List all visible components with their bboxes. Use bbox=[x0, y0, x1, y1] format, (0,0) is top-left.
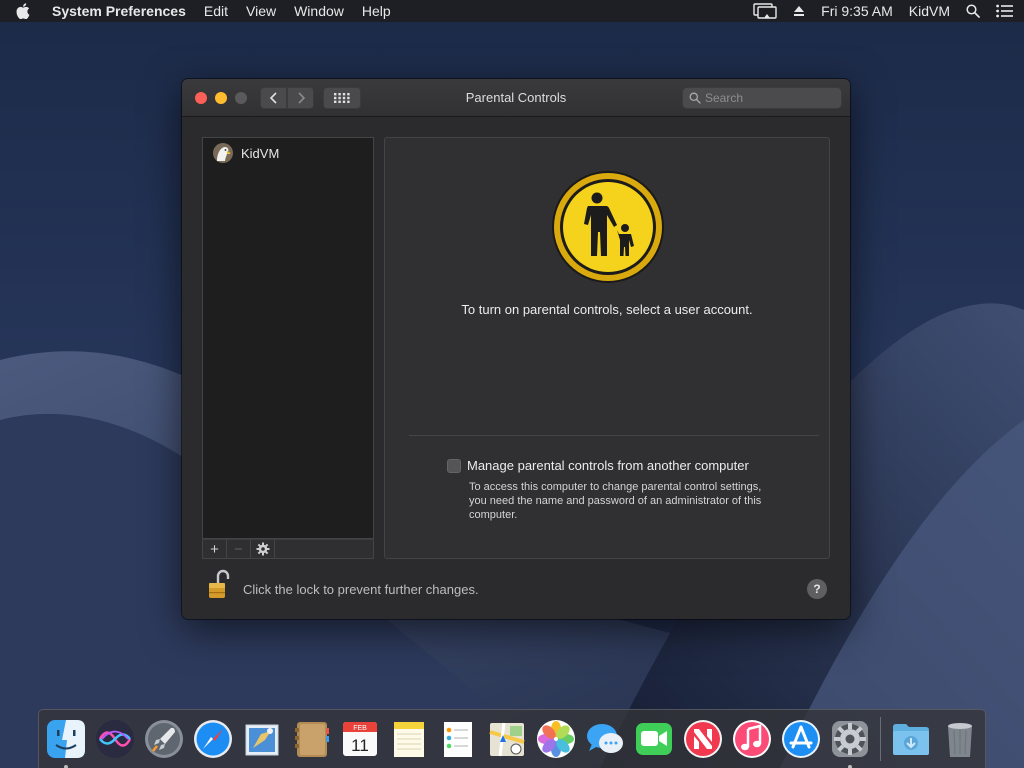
dock-trash[interactable] bbox=[939, 718, 981, 760]
menu-window[interactable]: Window bbox=[294, 3, 344, 19]
trash-icon bbox=[948, 723, 972, 757]
parental-controls-window: Parental Controls KidVM + − bbox=[182, 79, 850, 619]
dock-safari[interactable] bbox=[192, 718, 234, 760]
user-list-toolbar: + − bbox=[202, 539, 374, 559]
title-bar[interactable]: Parental Controls bbox=[182, 79, 850, 117]
mail-icon bbox=[245, 724, 279, 756]
lock-icon[interactable] bbox=[206, 569, 232, 601]
dock-messages[interactable] bbox=[584, 718, 626, 760]
search-icon bbox=[689, 92, 701, 104]
menu-edit[interactable]: Edit bbox=[204, 3, 228, 19]
dock-system-preferences[interactable] bbox=[829, 718, 871, 768]
menu-app-name[interactable]: System Preferences bbox=[52, 3, 186, 19]
dock-news[interactable] bbox=[682, 718, 724, 760]
menu-bar: System Preferences Edit View Window Help… bbox=[0, 0, 1024, 22]
dock-itunes[interactable] bbox=[731, 718, 773, 760]
display-mirroring-icon[interactable] bbox=[753, 3, 777, 19]
menu-help[interactable]: Help bbox=[362, 3, 391, 19]
dock-app-store[interactable] bbox=[780, 718, 822, 760]
user-list[interactable]: KidVM bbox=[202, 137, 374, 539]
menubar-clock[interactable]: Fri 9:35 AM bbox=[821, 3, 893, 19]
dock-launchpad[interactable] bbox=[143, 718, 185, 760]
apple-icon[interactable] bbox=[10, 3, 36, 19]
section-divider bbox=[409, 435, 819, 436]
messages-icon bbox=[587, 724, 623, 753]
dock-maps[interactable] bbox=[486, 718, 528, 760]
photos-icon bbox=[537, 720, 575, 758]
remote-manage-option[interactable]: Manage parental controls from another co… bbox=[447, 458, 749, 473]
search-field[interactable] bbox=[682, 87, 842, 109]
dock-mail[interactable] bbox=[241, 718, 283, 760]
app-store-icon bbox=[782, 720, 820, 758]
contacts-icon bbox=[295, 722, 329, 757]
maps-icon bbox=[489, 722, 525, 757]
remote-manage-checkbox[interactable] bbox=[447, 458, 461, 473]
system-preferences-icon bbox=[832, 721, 868, 757]
dock-reminders[interactable] bbox=[437, 718, 479, 760]
reminders-icon bbox=[444, 722, 472, 757]
lock-status-text: Click the lock to prevent further change… bbox=[243, 582, 479, 597]
siri-icon bbox=[96, 720, 134, 758]
menu-view[interactable]: View bbox=[246, 3, 276, 19]
eject-icon[interactable] bbox=[793, 5, 805, 17]
dock-downloads[interactable] bbox=[890, 718, 932, 760]
launchpad-icon bbox=[145, 720, 183, 758]
facetime-icon bbox=[636, 723, 672, 755]
help-button[interactable]: ? bbox=[807, 579, 827, 599]
dock-contacts[interactable] bbox=[290, 718, 332, 760]
dock-finder[interactable] bbox=[45, 718, 87, 768]
menubar-user[interactable]: KidVM bbox=[909, 3, 950, 19]
notification-center-icon[interactable] bbox=[996, 4, 1014, 18]
dock-siri[interactable] bbox=[94, 718, 136, 760]
spotlight-search-icon[interactable] bbox=[966, 4, 980, 18]
dock: FEB 11 bbox=[38, 709, 986, 768]
select-user-prompt: To turn on parental controls, select a u… bbox=[461, 302, 753, 317]
downloads-folder-icon bbox=[893, 724, 929, 755]
itunes-icon bbox=[733, 720, 771, 758]
gear-icon bbox=[256, 542, 269, 556]
dock-calendar[interactable]: FEB 11 bbox=[339, 718, 381, 760]
eagle-avatar bbox=[213, 143, 233, 163]
action-menu-button[interactable] bbox=[251, 540, 275, 558]
calendar-day: 11 bbox=[351, 736, 369, 755]
news-icon bbox=[684, 720, 722, 758]
calendar-icon: FEB 11 bbox=[343, 722, 377, 756]
parental-controls-panel: To turn on parental controls, select a u… bbox=[384, 137, 830, 559]
search-input[interactable] bbox=[705, 91, 835, 105]
dock-notes[interactable] bbox=[388, 718, 430, 760]
parental-controls-icon bbox=[551, 170, 665, 284]
remove-user-button[interactable]: − bbox=[227, 540, 251, 558]
remote-manage-label[interactable]: Manage parental controls from another co… bbox=[467, 458, 749, 473]
calendar-month: FEB bbox=[353, 725, 367, 732]
user-name: KidVM bbox=[241, 145, 280, 161]
user-row-kidvm[interactable]: KidVM bbox=[203, 138, 373, 168]
remote-manage-description: To access this computer to change parent… bbox=[469, 481, 762, 521]
dock-facetime[interactable] bbox=[633, 718, 675, 760]
notes-icon bbox=[394, 722, 424, 757]
dock-photos[interactable] bbox=[535, 718, 577, 760]
safari-icon bbox=[194, 720, 232, 758]
dock-separator bbox=[880, 717, 881, 761]
add-user-button[interactable]: + bbox=[203, 540, 227, 558]
finder-icon bbox=[47, 720, 85, 758]
